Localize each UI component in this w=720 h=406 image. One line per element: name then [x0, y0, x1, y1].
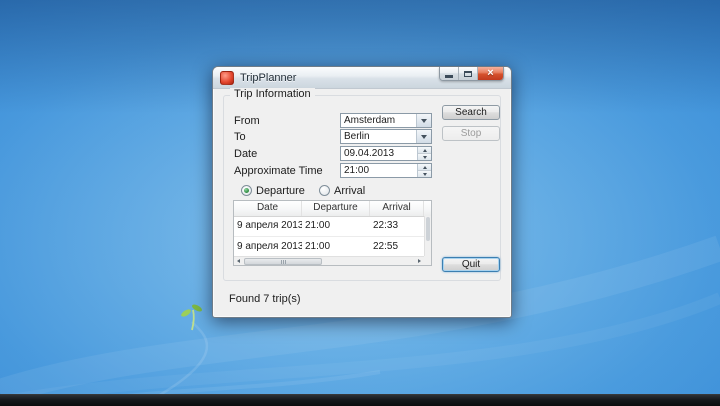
scroll-right-icon[interactable]	[415, 257, 424, 265]
from-label: From	[234, 115, 260, 127]
grip-icon	[282, 259, 284, 264]
down-arrow-icon	[422, 172, 427, 176]
minimize-icon	[445, 75, 453, 78]
table-header: Date Departure Arrival	[234, 201, 431, 217]
to-label: To	[234, 131, 246, 143]
grip-icon	[284, 259, 286, 264]
spin-up-icon[interactable]	[418, 147, 431, 154]
sprout-decoration	[181, 304, 203, 331]
table-row[interactable]: 9 апреля 2013 г. 21:00 22:55	[234, 237, 424, 258]
scroll-left-icon[interactable]	[234, 257, 243, 265]
date-value: 09.04.2013	[344, 148, 395, 159]
group-title: Trip Information	[230, 88, 315, 100]
quit-button[interactable]: Quit	[442, 257, 500, 272]
cell-date: 9 апреля 2013 г.	[237, 241, 302, 252]
app-icon	[220, 70, 234, 85]
maximize-button[interactable]	[458, 67, 477, 80]
time-label: Approximate Time	[234, 165, 323, 177]
column-header-date[interactable]: Date	[234, 201, 302, 216]
cell-arrival: 22:55	[373, 241, 399, 252]
horizontal-scrollbar-thumb[interactable]	[244, 258, 322, 265]
grip-icon	[280, 259, 282, 264]
search-button[interactable]: Search	[442, 105, 500, 120]
right-arrow-icon	[418, 259, 421, 263]
tripplanner-window: TripPlanner × Trip Information From To D…	[212, 66, 512, 318]
column-header-filler	[424, 201, 431, 216]
to-combobox[interactable]: Berlin	[340, 129, 432, 144]
departure-radio-label: Departure	[256, 185, 305, 197]
cell-departure: 21:00	[305, 241, 331, 252]
up-arrow-icon	[422, 165, 427, 169]
cell-date: 9 апреля 2013 г.	[237, 220, 302, 231]
caption-buttons: ×	[439, 67, 504, 81]
chevron-down-icon[interactable]	[416, 114, 431, 127]
dropdown-arrow-icon	[421, 118, 427, 123]
spinner-buttons	[417, 147, 431, 160]
time-spinner[interactable]: 21:00	[340, 163, 432, 178]
dropdown-arrow-icon	[421, 134, 427, 139]
vertical-scrollbar[interactable]	[424, 216, 431, 256]
from-value: Amsterdam	[344, 115, 396, 126]
down-arrow-icon	[422, 155, 427, 159]
horizontal-scrollbar[interactable]	[234, 256, 424, 265]
cell-arrival: 22:33	[373, 220, 399, 231]
arrival-radio[interactable]	[319, 185, 330, 196]
spin-down-icon[interactable]	[418, 171, 431, 177]
from-combobox[interactable]: Amsterdam	[340, 113, 432, 128]
close-icon: ×	[487, 67, 494, 79]
taskbar[interactable]	[0, 394, 720, 406]
table-row[interactable]: 9 апреля 2013 г. 21:00 22:33	[234, 216, 424, 237]
minimize-button[interactable]	[440, 67, 458, 80]
window-title: TripPlanner	[240, 71, 297, 84]
screen: TripPlanner × Trip Information From To D…	[0, 0, 720, 406]
up-arrow-icon	[422, 148, 427, 152]
column-header-arrival[interactable]: Arrival	[370, 201, 424, 216]
scrollbar-corner	[424, 256, 431, 265]
spin-down-icon[interactable]	[418, 154, 431, 160]
arrival-radio-label: Arrival	[334, 185, 366, 197]
close-button[interactable]: ×	[477, 67, 503, 80]
column-header-departure[interactable]: Departure	[302, 201, 370, 216]
stop-button: Stop	[442, 126, 500, 141]
table-body: 9 апреля 2013 г. 21:00 22:33 9 апреля 20…	[234, 216, 424, 258]
time-value: 21:00	[344, 165, 370, 176]
left-arrow-icon	[237, 259, 240, 263]
to-value: Berlin	[344, 131, 370, 142]
status-text: Found 7 trip(s)	[229, 293, 301, 305]
date-label: Date	[234, 148, 258, 160]
chevron-down-icon[interactable]	[416, 130, 431, 143]
trips-table: Date Departure Arrival 9 апреля 2013 г. …	[233, 200, 432, 266]
vertical-scrollbar-thumb[interactable]	[426, 217, 430, 241]
date-spinner[interactable]: 09.04.2013	[340, 146, 432, 161]
maximize-icon	[464, 70, 472, 77]
spinner-buttons	[417, 164, 431, 177]
departure-radio[interactable]	[241, 185, 252, 196]
title-bar[interactable]: TripPlanner ×	[213, 67, 511, 89]
cell-departure: 21:00	[305, 220, 331, 231]
spin-up-icon[interactable]	[418, 164, 431, 171]
